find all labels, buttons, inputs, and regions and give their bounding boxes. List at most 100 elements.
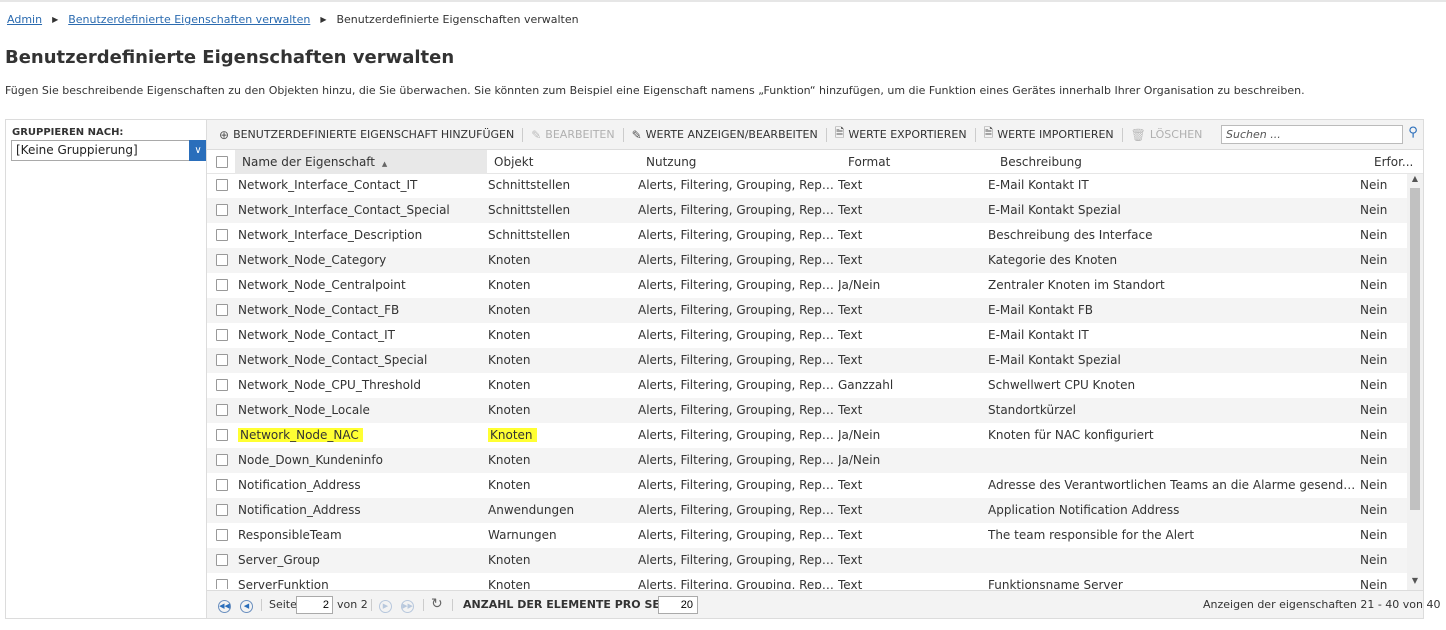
row-checkbox[interactable] bbox=[216, 404, 228, 416]
row-checkbox[interactable] bbox=[216, 379, 228, 391]
properties-grid: ⊕ BENUTZERDEFINIERTE EIGENSCHAFT HINZUFÜ… bbox=[206, 119, 1441, 619]
table-row[interactable]: Network_Node_NAC Knoten Alerts, Filtering,… bbox=[207, 423, 1407, 448]
cell-required: Nein bbox=[1360, 203, 1388, 217]
import-values-button[interactable]: 🗎 WERTE IMPORTIEREN bbox=[984, 124, 1114, 145]
table-row[interactable]: Network_Node_Locale Knoten Alerts, Filteri… bbox=[207, 398, 1407, 423]
cell-object: Warnungen bbox=[488, 528, 557, 542]
last-page-icon[interactable]: ▶▶ bbox=[401, 598, 414, 613]
toolbar-divider bbox=[622, 127, 624, 142]
row-checkbox[interactable] bbox=[216, 304, 228, 316]
row-checkbox[interactable] bbox=[216, 229, 228, 241]
cell-name: Network_Node_Category bbox=[238, 253, 387, 267]
cell-required: Nein bbox=[1360, 353, 1388, 367]
next-page-icon[interactable]: ▶ bbox=[379, 598, 392, 613]
import-document-icon: 🗎 bbox=[983, 126, 994, 140]
add-property-label: BENUTZERDEFINIERTE EIGENSCHAFT HINZUFÜGE… bbox=[233, 128, 515, 141]
table-row[interactable]: Network_Node_Contact_IT Knoten Alerts, Fil… bbox=[207, 323, 1407, 348]
column-header-description[interactable]: Beschreibung bbox=[1000, 150, 1082, 174]
page-description: Fügen Sie beschreibende Eigenschaften zu… bbox=[5, 84, 1305, 97]
row-checkbox[interactable] bbox=[216, 504, 228, 516]
breadcrumb-admin-link[interactable]: Admin bbox=[7, 13, 42, 26]
cell-description: Standortkürzel bbox=[988, 403, 1077, 417]
row-checkbox[interactable] bbox=[216, 529, 228, 541]
scroll-up-arrow-icon[interactable]: ▲ bbox=[1407, 174, 1423, 188]
export-values-button[interactable]: 🗎 WERTE EXPORTIEREN bbox=[835, 124, 967, 145]
page-number-input[interactable] bbox=[296, 596, 333, 614]
column-header-format[interactable]: Format bbox=[848, 150, 890, 174]
table-row[interactable]: Network_Interface_Contact_Special Schnitt… bbox=[207, 198, 1407, 223]
breadcrumb-arrow-icon: ▶ bbox=[320, 15, 327, 24]
table-row[interactable]: Network_Node_CPU_Threshold Knoten Alerts, … bbox=[207, 373, 1407, 398]
table-row[interactable]: Network_Node_Contact_Special Knoten Alerts… bbox=[207, 348, 1407, 373]
table-row[interactable]: Network_Node_Contact_FB Knoten Alerts, Fil… bbox=[207, 298, 1407, 323]
add-property-button[interactable]: ⊕ BENUTZERDEFINIERTE EIGENSCHAFT HINZUFÜ… bbox=[219, 128, 514, 142]
select-all-checkbox[interactable] bbox=[216, 156, 228, 168]
row-checkbox[interactable] bbox=[216, 204, 228, 216]
edit-button[interactable]: ✎ BEARBEITEN bbox=[531, 128, 614, 142]
column-header-name[interactable]: Name der Eigenschaft ▲ bbox=[235, 150, 487, 174]
export-values-label: WERTE EXPORTIEREN bbox=[848, 128, 967, 141]
search-input[interactable]: Suchen ... bbox=[1221, 125, 1403, 144]
table-body: Network_Interface_Contact_IT Schnittstell… bbox=[207, 173, 1407, 589]
cell-name: ResponsibleTeam bbox=[238, 528, 342, 542]
table-row[interactable]: Node_Down_Kundeninfo Knoten Alerts, Filter… bbox=[207, 448, 1407, 473]
cell-description: Beschreibung des Interface bbox=[988, 228, 1153, 242]
cell-name: Network_Node_NAC bbox=[238, 423, 483, 448]
chevron-down-icon[interactable]: ∨ bbox=[189, 140, 207, 161]
row-checkbox[interactable] bbox=[216, 454, 228, 466]
table-row[interactable]: Network_Interface_Description Schnittstel… bbox=[207, 223, 1407, 248]
breadcrumb-current: Benutzerdefinierte Eigenschaften verwalt… bbox=[336, 13, 579, 26]
cell-format: Ja/Nein bbox=[838, 428, 881, 442]
cell-required: Nein bbox=[1360, 453, 1388, 467]
row-checkbox[interactable] bbox=[216, 429, 228, 441]
sort-ascending-icon: ▲ bbox=[381, 160, 388, 168]
table-row[interactable]: ResponsibleTeam Warnungen Alerts, Filterin… bbox=[207, 523, 1407, 548]
scroll-thumb[interactable] bbox=[1410, 188, 1420, 510]
table-row[interactable]: Network_Node_Centralpoint Knoten Alerts, F… bbox=[207, 273, 1407, 298]
cell-object: Anwendungen bbox=[488, 503, 575, 517]
table-row[interactable]: Server_Group Knoten Alerts, Filtering, Gro… bbox=[207, 548, 1407, 573]
vertical-scrollbar[interactable]: ▲ ▼ bbox=[1407, 174, 1423, 590]
per-page-input[interactable] bbox=[658, 596, 698, 614]
cell-usage: Alerts, Filtering, Grouping, Repor... bbox=[638, 528, 834, 542]
row-checkbox[interactable] bbox=[216, 329, 228, 341]
column-header-required[interactable]: Erfor... bbox=[1374, 150, 1413, 174]
view-edit-values-button[interactable]: ✎ WERTE ANZEIGEN/BEARBEITEN bbox=[632, 128, 818, 142]
row-checkbox[interactable] bbox=[216, 354, 228, 366]
cell-description: Zentraler Knoten im Standort bbox=[988, 278, 1165, 292]
cell-name: Notification_Address bbox=[238, 478, 361, 492]
group-by-select[interactable]: [Keine Gruppierung] ∨ bbox=[11, 140, 207, 161]
scroll-down-arrow-icon[interactable]: ▼ bbox=[1407, 576, 1423, 590]
breadcrumb-custom-properties-link[interactable]: Benutzerdefinierte Eigenschaften verwalt… bbox=[68, 13, 310, 26]
cell-description: Kategorie des Knoten bbox=[988, 253, 1118, 267]
column-header-usage[interactable]: Nutzung bbox=[646, 150, 696, 174]
first-page-icon[interactable]: ◀◀ bbox=[218, 598, 231, 613]
row-checkbox[interactable] bbox=[216, 554, 228, 566]
top-border bbox=[0, 0, 1446, 2]
search-icon[interactable]: ⚲ bbox=[1405, 125, 1421, 144]
toolbar-divider bbox=[825, 127, 827, 142]
table-row[interactable]: Notification_Address Knoten Alerts, Filter… bbox=[207, 473, 1407, 498]
page-count-label: von 2 bbox=[337, 598, 368, 611]
cell-object: Knoten bbox=[488, 278, 531, 292]
cell-usage: Alerts, Filtering, Grouping, Repor... bbox=[638, 553, 834, 567]
refresh-icon[interactable]: ↻ bbox=[431, 596, 443, 612]
table-header: Name der Eigenschaft ▲ Objekt Nutzung Fo… bbox=[207, 150, 1423, 174]
table-row[interactable]: Notification_Address Anwendungen Alerts, F… bbox=[207, 498, 1407, 523]
column-header-object[interactable]: Objekt bbox=[494, 150, 533, 174]
group-by-label: GRUPPIEREN NACH: bbox=[12, 127, 124, 138]
table-row[interactable]: ServerFunktion Knoten Alerts, Filtering, G… bbox=[207, 573, 1407, 589]
delete-button[interactable]: 🗑 LÖSCHEN bbox=[1131, 128, 1203, 142]
row-checkbox[interactable] bbox=[216, 579, 228, 589]
cell-usage: Alerts, Filtering, Grouping, Repor... bbox=[638, 303, 834, 317]
table-row[interactable]: Network_Node_Category Knoten Alerts, Filte… bbox=[207, 248, 1407, 273]
row-checkbox[interactable] bbox=[216, 179, 228, 191]
row-checkbox[interactable] bbox=[216, 254, 228, 266]
table-row[interactable]: Network_Interface_Contact_IT Schnittstell… bbox=[207, 173, 1407, 198]
cell-format: Text bbox=[838, 353, 863, 367]
row-checkbox[interactable] bbox=[216, 279, 228, 291]
row-checkbox[interactable] bbox=[216, 479, 228, 491]
previous-page-icon[interactable]: ◀ bbox=[240, 598, 253, 613]
toolbar: ⊕ BENUTZERDEFINIERTE EIGENSCHAFT HINZUFÜ… bbox=[207, 120, 1423, 150]
cell-usage: Alerts, Filtering, Grouping, Repor... bbox=[638, 228, 834, 242]
